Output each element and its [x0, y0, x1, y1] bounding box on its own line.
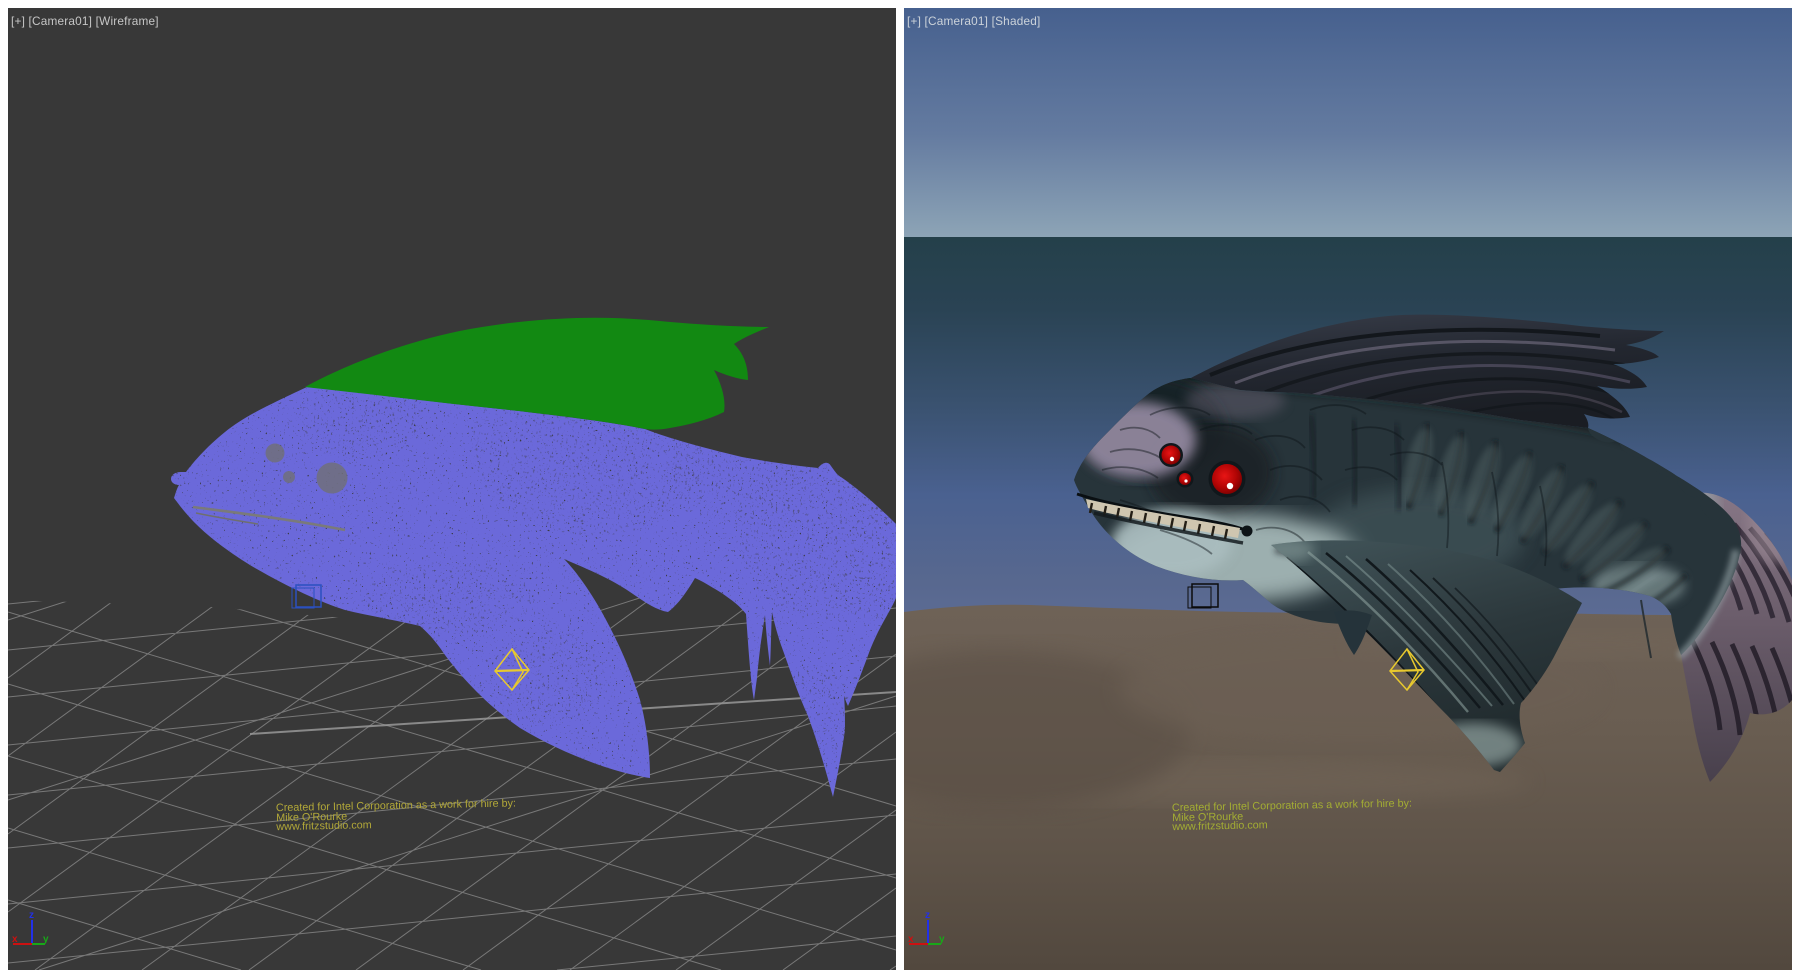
svg-text:x: x	[908, 934, 914, 945]
svg-text:y: y	[43, 934, 49, 945]
svg-text:www.fritzstudio.com: www.fritzstudio.com	[1171, 819, 1268, 833]
svg-text:www.fritzstudio.com: www.fritzstudio.com	[275, 819, 372, 833]
svg-text:[+] [Camera01] [Shaded]: [+] [Camera01] [Shaded]	[907, 14, 1040, 28]
svg-text:y: y	[939, 934, 945, 945]
svg-text:[+] [Camera01] [Wireframe]: [+] [Camera01] [Wireframe]	[11, 14, 159, 28]
svg-text:x: x	[12, 934, 18, 945]
svg-text:z: z	[925, 910, 930, 921]
svg-text:z: z	[29, 910, 34, 921]
